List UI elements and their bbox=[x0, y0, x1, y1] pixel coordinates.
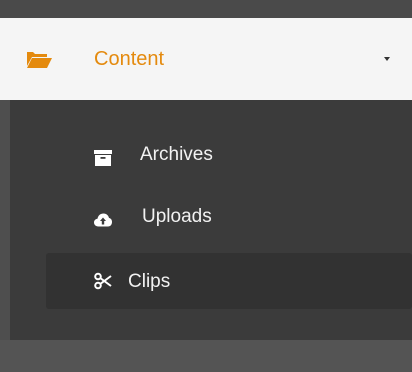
sidebar-menu: Content Archives Uploads Clips bbox=[0, 0, 412, 372]
folder-open-icon bbox=[27, 52, 52, 68]
scissors-icon bbox=[94, 272, 112, 290]
content-submenu: Archives Uploads Clips bbox=[10, 100, 412, 340]
content-menu-label: Content bbox=[94, 48, 165, 70]
submenu-item-uploads[interactable]: Uploads bbox=[10, 194, 412, 244]
top-divider bbox=[0, 0, 412, 18]
caret-down-icon[interactable] bbox=[384, 57, 390, 61]
submenu-item-clips[interactable]: Clips bbox=[46, 253, 412, 309]
cloud-upload-icon bbox=[94, 213, 112, 227]
submenu-item-archives[interactable]: Archives bbox=[10, 132, 412, 182]
content-menu-header[interactable]: Content bbox=[0, 18, 412, 100]
next-menu-section bbox=[0, 340, 412, 372]
submenu-item-label: Uploads bbox=[142, 206, 212, 227]
submenu-item-label: Archives bbox=[140, 144, 213, 165]
submenu-item-label: Clips bbox=[128, 271, 171, 292]
archive-icon bbox=[94, 150, 112, 166]
